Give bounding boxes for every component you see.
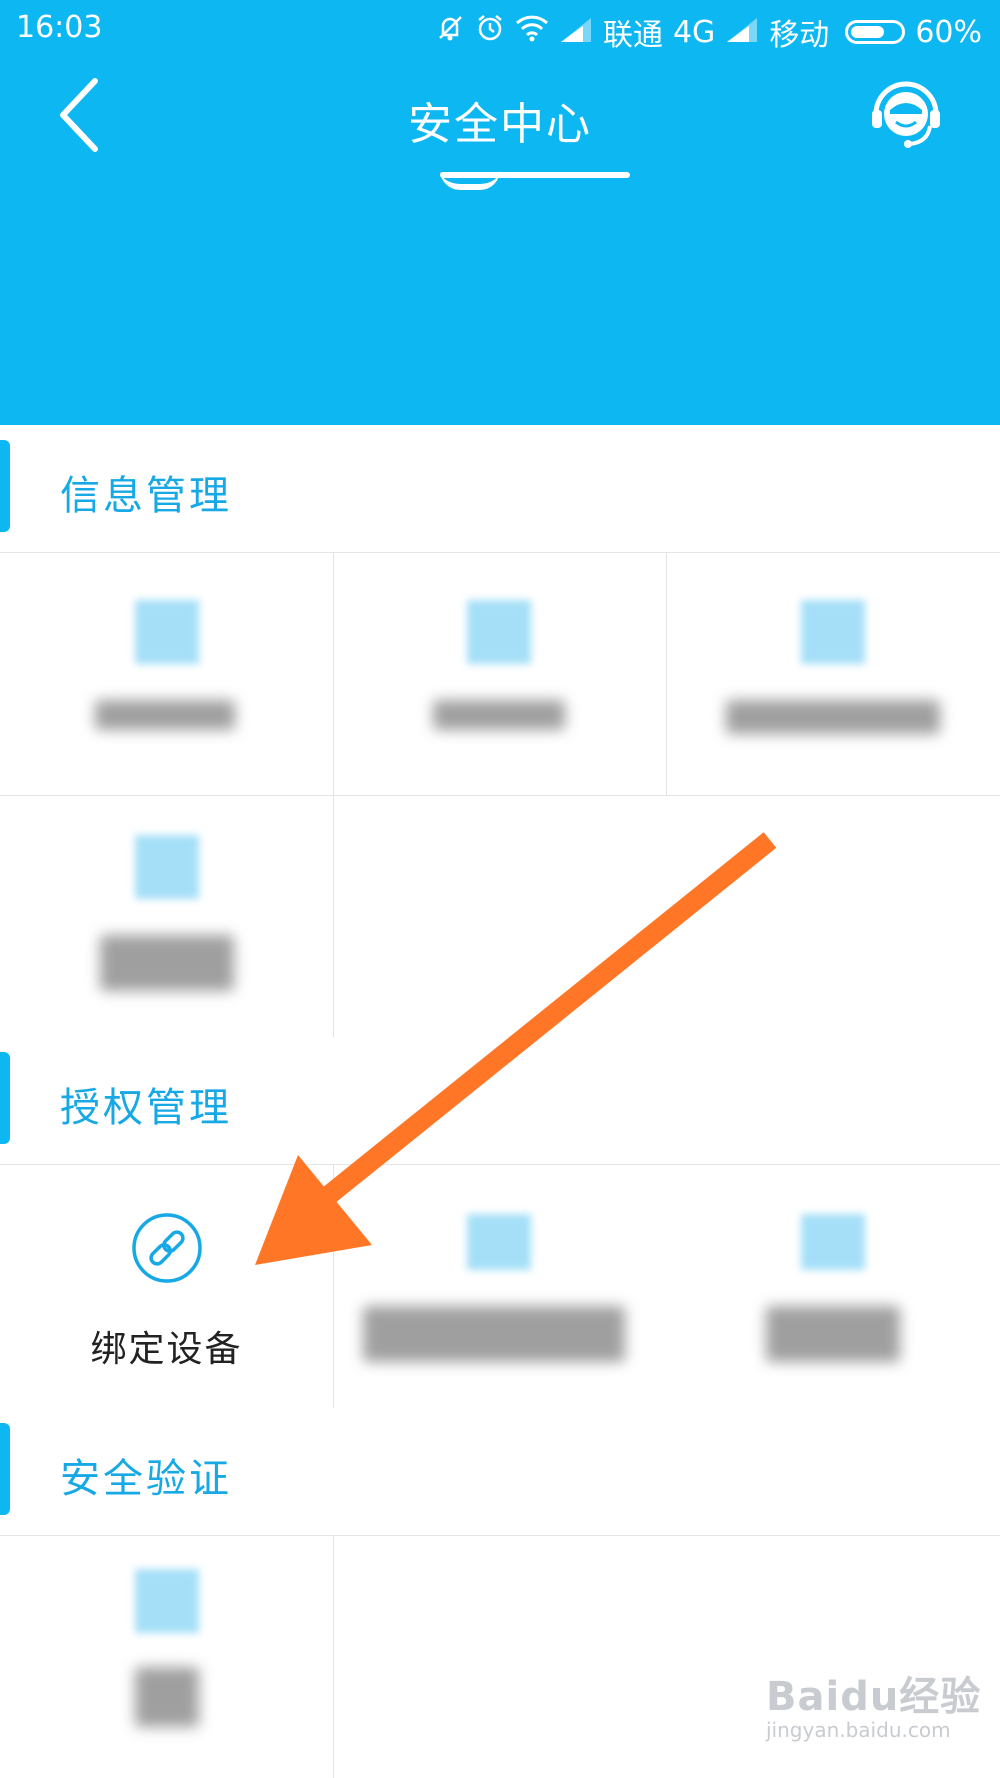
battery-percent: 60% bbox=[915, 14, 982, 50]
section-authorization-management: 授权管理 bbox=[0, 1037, 1000, 1165]
info-item-4[interactable] bbox=[0, 795, 333, 1037]
blurred-icon bbox=[467, 1214, 531, 1270]
auth-item-3[interactable] bbox=[666, 1164, 999, 1408]
blurred-label bbox=[363, 1306, 625, 1362]
info-item-1[interactable] bbox=[0, 552, 333, 795]
bind-device-label: 绑定设备 bbox=[90, 1329, 243, 1370]
blurred-icon bbox=[801, 1214, 865, 1270]
customer-service-button[interactable] bbox=[868, 74, 944, 150]
blurred-label bbox=[135, 1667, 199, 1727]
section-label: 安全验证 bbox=[60, 1456, 232, 1502]
status-bar: 16:03 联通 4G 移动 60% bbox=[0, 0, 1000, 58]
verify-item-1[interactable] bbox=[0, 1535, 333, 1778]
blurred-icon bbox=[135, 600, 199, 664]
info-item-2[interactable] bbox=[333, 552, 666, 795]
section-accent bbox=[0, 1423, 10, 1515]
carrier-2: 移动 bbox=[769, 18, 830, 53]
section-accent bbox=[0, 1052, 10, 1144]
divider bbox=[333, 1535, 334, 1778]
auth-item-2[interactable] bbox=[333, 1164, 666, 1408]
blurred-label bbox=[95, 700, 235, 730]
battery-icon bbox=[845, 20, 906, 44]
alarm-icon bbox=[475, 13, 505, 51]
blurred-icon bbox=[135, 835, 199, 899]
network-type: 4G bbox=[672, 14, 716, 50]
section-accent bbox=[0, 440, 10, 532]
blurred-icon bbox=[801, 600, 865, 664]
section-security-verification: 安全验证 bbox=[0, 1408, 1000, 1536]
wifi-icon bbox=[515, 14, 549, 50]
baidu-watermark-logo: Baidu经验 jingyan.baidu.com bbox=[766, 1664, 981, 1742]
blurred-icon bbox=[135, 1569, 199, 1633]
signal-icon bbox=[725, 15, 759, 50]
blurred-icon bbox=[467, 600, 531, 664]
carrier-1: 联通 bbox=[602, 18, 663, 53]
customer-service-icon bbox=[872, 81, 940, 148]
app-header: 16:03 联通 4G 移动 60% 安全中心 bbox=[0, 0, 1000, 425]
watermark-logo-text: Baidu经验 bbox=[766, 1674, 982, 1720]
page-title: 安全中心 bbox=[408, 99, 592, 150]
blurred-label bbox=[433, 700, 565, 730]
banner-blurred bbox=[0, 235, 1000, 374]
info-item-3[interactable] bbox=[666, 552, 999, 795]
status-time: 16:03 bbox=[16, 10, 103, 45]
section-info-management: 信息管理 bbox=[0, 425, 1000, 553]
mute-icon bbox=[435, 13, 465, 51]
watermark-url: jingyan.baidu.com bbox=[766, 1718, 951, 1742]
blurred-label bbox=[726, 700, 940, 734]
section-label: 信息管理 bbox=[60, 473, 232, 519]
status-right: 联通 4G 移动 60% bbox=[435, 10, 982, 54]
link-icon bbox=[132, 1213, 202, 1283]
blurred-label bbox=[100, 935, 234, 991]
blurred-label bbox=[766, 1306, 900, 1362]
signal-icon bbox=[559, 15, 593, 50]
title-underline bbox=[440, 172, 630, 190]
section-label: 授权管理 bbox=[60, 1085, 232, 1131]
